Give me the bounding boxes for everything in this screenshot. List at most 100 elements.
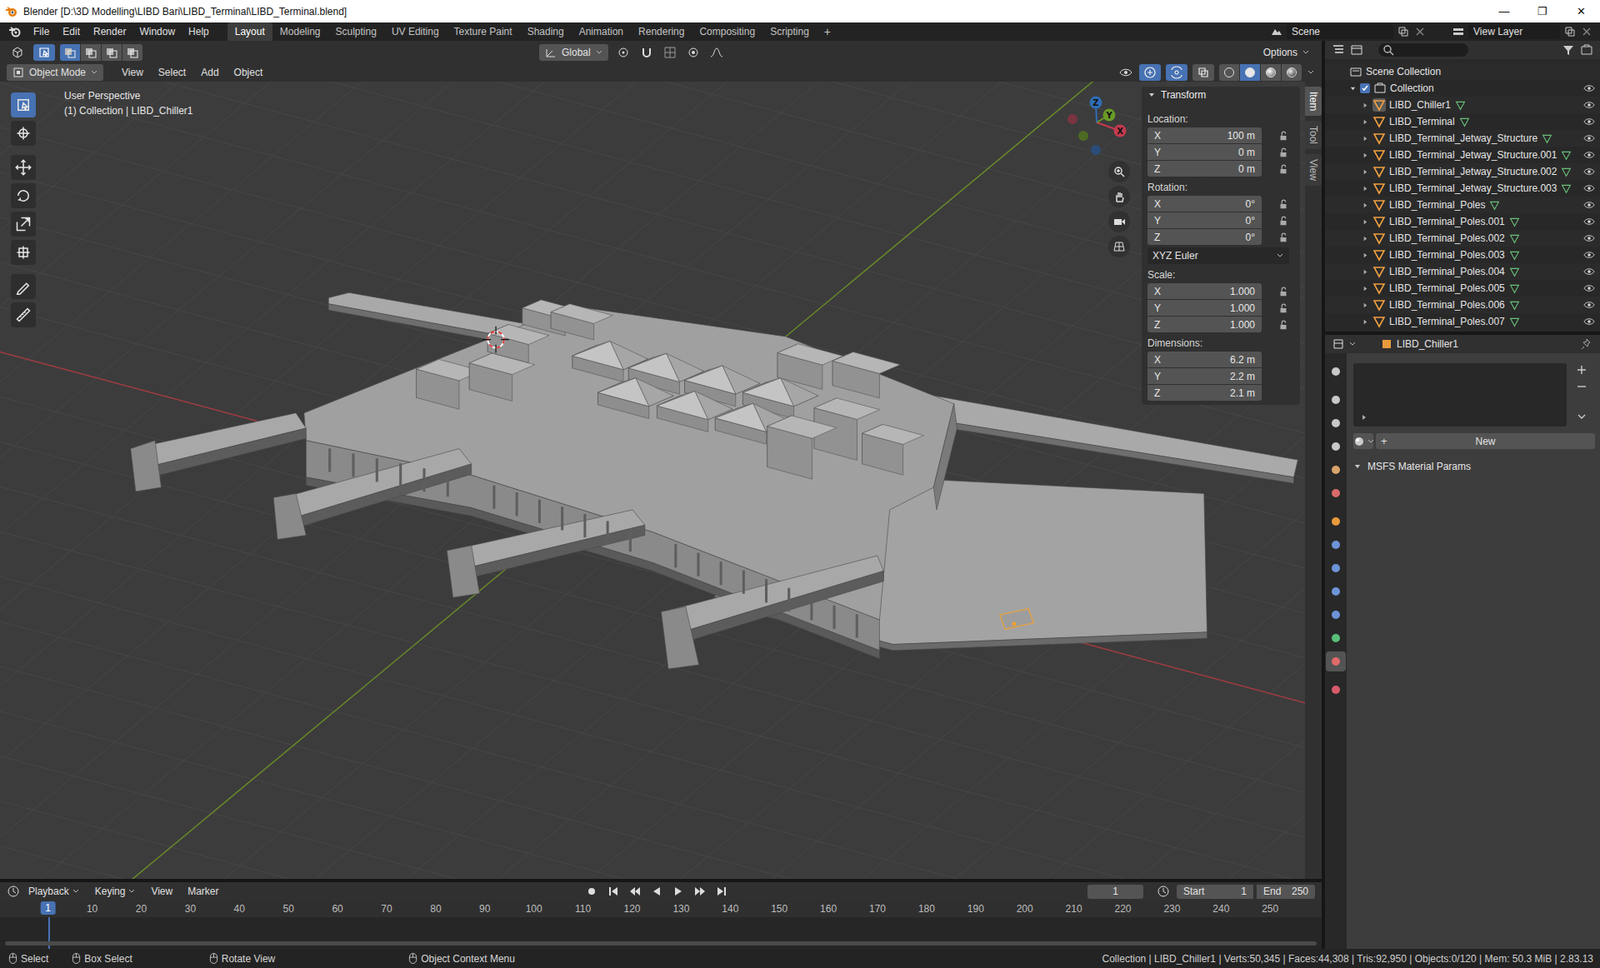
active-tool-button[interactable]: [33, 44, 55, 61]
view-layer-icon[interactable]: [1451, 25, 1465, 39]
timeline-menu[interactable]: View: [144, 885, 180, 898]
camera-view-button[interactable]: [1108, 210, 1130, 233]
unlocked-icon[interactable]: [1277, 231, 1290, 244]
pan-button[interactable]: [1108, 185, 1130, 208]
falloff-icon[interactable]: [710, 45, 724, 60]
outliner-item[interactable]: LIBD_Terminal_Poles.005: [1325, 280, 1600, 297]
unlocked-icon[interactable]: [1277, 146, 1290, 159]
viewport-toggle-button[interactable]: [1165, 64, 1188, 81]
viewport-menu[interactable]: View: [115, 66, 150, 79]
play-icon[interactable]: [671, 885, 685, 899]
menu-item[interactable]: File: [26, 25, 56, 38]
expand-arrow-icon[interactable]: [1361, 268, 1370, 276]
display-mode-icon[interactable]: [1350, 43, 1364, 57]
expand-arrow-icon[interactable]: [1361, 235, 1370, 243]
mode-dropdown[interactable]: Object Mode: [6, 64, 104, 81]
editor-type-button[interactable]: [6, 44, 29, 61]
workspace-tab[interactable]: Sculpting: [328, 22, 385, 41]
visibility-eye-icon[interactable]: [1583, 282, 1595, 295]
list-expand-icon[interactable]: [1360, 413, 1369, 422]
shading-mode-button[interactable]: [1260, 64, 1281, 81]
outliner-search-field[interactable]: [1378, 43, 1469, 57]
start-frame-field[interactable]: Start1: [1176, 885, 1254, 900]
window-control-button[interactable]: —: [1485, 0, 1524, 23]
mesh-data-icon[interactable]: [1560, 166, 1572, 178]
expand-arrow-icon[interactable]: [1361, 151, 1370, 160]
rotation-mode-dropdown[interactable]: XYZ Euler: [1147, 247, 1290, 265]
unlocked-icon[interactable]: [1277, 163, 1290, 175]
window-control-button[interactable]: ✕: [1561, 0, 1600, 23]
orientation-dropdown[interactable]: Global: [539, 44, 609, 61]
expand-arrow-icon[interactable]: [1361, 301, 1370, 310]
properties-tab[interactable]: [1325, 511, 1346, 532]
visibility-eye-icon[interactable]: [1583, 315, 1595, 328]
menu-item[interactable]: Help: [181, 25, 216, 38]
outliner-item[interactable]: LIBD_Terminal_Poles.007: [1325, 313, 1600, 330]
properties-tab[interactable]: [1325, 558, 1346, 579]
sidebar-tab[interactable]: Item: [1305, 86, 1322, 116]
next-keyframe-icon[interactable]: [693, 885, 707, 899]
unlocked-icon[interactable]: [1277, 215, 1290, 227]
properties-tab[interactable]: [1325, 483, 1346, 504]
workspace-tab[interactable]: UV Editing: [384, 22, 447, 41]
tool-button[interactable]: [10, 211, 36, 237]
number-field[interactable]: Y2.2 m: [1147, 368, 1262, 385]
window-control-button[interactable]: ❐: [1523, 0, 1562, 23]
view-layer-field[interactable]: View Layer: [1468, 24, 1560, 40]
number-field[interactable]: Z0 m: [1147, 160, 1262, 177]
timeline-scrollbar[interactable]: [5, 941, 1317, 946]
properties-tab[interactable]: [1325, 535, 1346, 555]
expand-arrow-icon[interactable]: [1361, 101, 1370, 110]
new-collection-icon[interactable]: [1580, 43, 1594, 57]
zoom-button[interactable]: [1108, 160, 1130, 183]
snap-target-icon[interactable]: [663, 45, 677, 60]
visibility-eye-icon[interactable]: [1583, 249, 1595, 261]
panel-header[interactable]: MSFS Material Params: [1353, 458, 1595, 475]
browse-material-button[interactable]: [1353, 433, 1374, 450]
slot-menu-icon[interactable]: [1575, 410, 1589, 424]
outliner-item[interactable]: LIBD_Terminal_Jetway_Structure.002: [1325, 163, 1600, 180]
timeline-track-area[interactable]: [0, 917, 1322, 950]
timeline-menu[interactable]: Marker: [180, 885, 225, 898]
expand-arrow-icon[interactable]: [1361, 201, 1370, 210]
tool-button[interactable]: [10, 302, 36, 328]
record-icon[interactable]: [585, 885, 599, 899]
mesh-data-icon[interactable]: [1509, 283, 1520, 295]
unlocked-icon[interactable]: [1277, 285, 1290, 298]
tool-button[interactable]: [10, 183, 36, 209]
visibility-eye-icon[interactable]: [1583, 82, 1595, 95]
visibility-eye-icon[interactable]: [1583, 149, 1595, 161]
outliner-item[interactable]: LIBD_Terminal_Poles.001: [1325, 213, 1600, 230]
unlocked-icon[interactable]: [1277, 130, 1290, 142]
jump-start-icon[interactable]: [606, 885, 620, 899]
3d-cursor-icon[interactable]: [482, 326, 510, 354]
visibility-eye-icon[interactable]: [1583, 299, 1595, 311]
mesh-data-icon[interactable]: [1560, 183, 1572, 195]
workspace-tab[interactable]: Scripting: [762, 22, 817, 41]
expand-arrow-icon[interactable]: [1361, 218, 1370, 226]
outliner-item[interactable]: LIBD_Terminal_Poles.003: [1325, 246, 1600, 264]
mesh-data-icon[interactable]: [1509, 250, 1520, 261]
expand-arrow-icon[interactable]: [1349, 85, 1357, 93]
mesh-data-icon[interactable]: [1509, 216, 1520, 228]
viewport-toggle-button[interactable]: [1139, 64, 1161, 81]
timeline-menu[interactable]: Keying: [88, 885, 144, 898]
outliner-item[interactable]: LIBD_Chiller1: [1325, 96, 1600, 114]
mesh-data-icon[interactable]: [1459, 116, 1470, 128]
blender-menu-icon[interactable]: [8, 25, 22, 39]
number-field[interactable]: X0°: [1147, 195, 1262, 212]
expand-arrow-icon[interactable]: [1361, 285, 1370, 293]
options-dropdown[interactable]: Options: [1258, 44, 1315, 61]
remove-view-layer-icon[interactable]: [1580, 25, 1594, 39]
visibility-eye-icon[interactable]: [1583, 199, 1595, 211]
properties-tab[interactable]: [1325, 680, 1346, 700]
visibility-eye-icon[interactable]: [1583, 165, 1595, 178]
navigation-gizmo[interactable]: XYZ: [1059, 85, 1135, 160]
visibility-eye-icon[interactable]: [1583, 115, 1595, 128]
scene-field[interactable]: Scene: [1286, 24, 1394, 40]
expand-arrow-icon[interactable]: [1361, 251, 1370, 260]
new-material-button[interactable]: +New: [1375, 433, 1595, 450]
mesh-data-icon[interactable]: [1541, 133, 1553, 145]
shading-mode-button[interactable]: [1219, 64, 1240, 81]
material-slot-list[interactable]: [1353, 363, 1567, 427]
